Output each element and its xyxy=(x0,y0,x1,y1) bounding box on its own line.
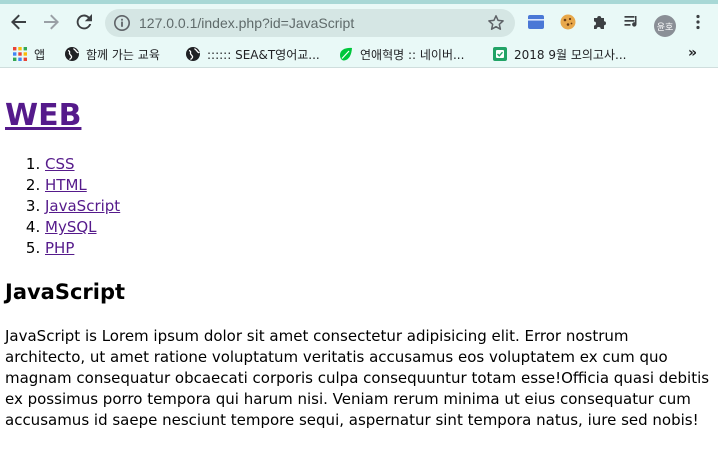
media-control-button[interactable] xyxy=(622,12,642,32)
nav-link-css[interactable]: CSS xyxy=(45,155,75,173)
nav-item-php: PHP xyxy=(45,238,713,259)
bookmark-label: 연애혁명 :: 네이버... xyxy=(360,47,465,62)
forward-button[interactable] xyxy=(37,8,65,36)
window-icon xyxy=(528,15,544,29)
extension-cookie-icon[interactable] xyxy=(558,12,578,32)
bookmark-seat-english[interactable]: :::::: SEA&T영어교... xyxy=(185,45,320,63)
bookmark-star-icon[interactable] xyxy=(487,14,505,32)
site-title: WEB xyxy=(5,97,713,135)
profile-avatar[interactable]: 윤호 xyxy=(654,15,676,37)
arrow-right-icon xyxy=(44,14,59,30)
address-bar[interactable]: 127.0.0.1/index.php?id=JavaScript xyxy=(105,9,515,37)
webtoon-leaf-icon xyxy=(338,46,354,62)
bookmark-label: 앱 xyxy=(34,47,46,62)
bookmark-apps[interactable]: 앱 xyxy=(12,45,45,63)
bookmark-label: 함께 가는 교육 xyxy=(86,47,160,62)
topic-nav-list: CSS HTML JavaScript MySQL PHP xyxy=(5,154,713,259)
apps-grid-icon xyxy=(12,46,28,62)
article-body: JavaScript is Lorem ipsum dolor sit amet… xyxy=(5,327,710,429)
nav-link-php[interactable]: PHP xyxy=(45,239,74,257)
nav-item-css: CSS xyxy=(45,154,713,175)
reload-icon xyxy=(76,14,92,30)
bookmark-webtoon[interactable]: 연애혁명 :: 네이버... xyxy=(338,45,464,63)
menu-button[interactable] xyxy=(688,12,708,32)
bookmark-education[interactable]: 함께 가는 교육 xyxy=(64,45,160,63)
url-text[interactable]: 127.0.0.1/index.php?id=JavaScript xyxy=(139,14,354,32)
web-page-content: WEB CSS HTML JavaScript MySQL PHP JavaSc… xyxy=(0,69,718,451)
browser-window: 127.0.0.1/index.php?id=JavaScript 윤호 앱 함… xyxy=(0,0,718,451)
back-button[interactable] xyxy=(5,8,33,36)
extension-window-icon[interactable] xyxy=(526,12,546,32)
globe-icon xyxy=(185,46,201,62)
bookmark-mock-exam[interactable]: 2018 9월 모의고사... xyxy=(492,45,626,63)
extensions-button[interactable] xyxy=(590,12,610,32)
nav-item-javascript: JavaScript xyxy=(45,196,713,217)
puzzle-icon xyxy=(594,16,606,29)
nav-link-javascript[interactable]: JavaScript xyxy=(45,197,120,215)
nav-link-mysql[interactable]: MySQL xyxy=(45,218,97,236)
nav-item-mysql: MySQL xyxy=(45,217,713,238)
reload-button[interactable] xyxy=(70,8,98,36)
site-title-link[interactable]: WEB xyxy=(5,98,81,133)
bookmark-label: :::::: SEA&T영어교... xyxy=(207,47,320,62)
bookmark-label: 2018 9월 모의고사... xyxy=(514,47,627,62)
nav-link-html[interactable]: HTML xyxy=(45,176,87,194)
kebab-menu-icon xyxy=(696,14,700,30)
browser-toolbar: 127.0.0.1/index.php?id=JavaScript 윤호 xyxy=(0,4,718,40)
globe-icon xyxy=(64,46,80,62)
cookie-icon xyxy=(560,14,576,30)
document-green-icon xyxy=(492,46,508,62)
nav-item-html: HTML xyxy=(45,175,713,196)
playlist-icon xyxy=(624,16,637,27)
article-heading: JavaScript xyxy=(5,280,126,304)
bookmarks-bar: 앱 함께 가는 교육 :::::: SEA&T영어교... 연애혁명:: 네이… xyxy=(0,40,718,68)
bookmarks-overflow-button[interactable]: » xyxy=(688,45,697,61)
info-icon[interactable] xyxy=(113,14,131,32)
arrow-left-icon xyxy=(11,14,26,30)
